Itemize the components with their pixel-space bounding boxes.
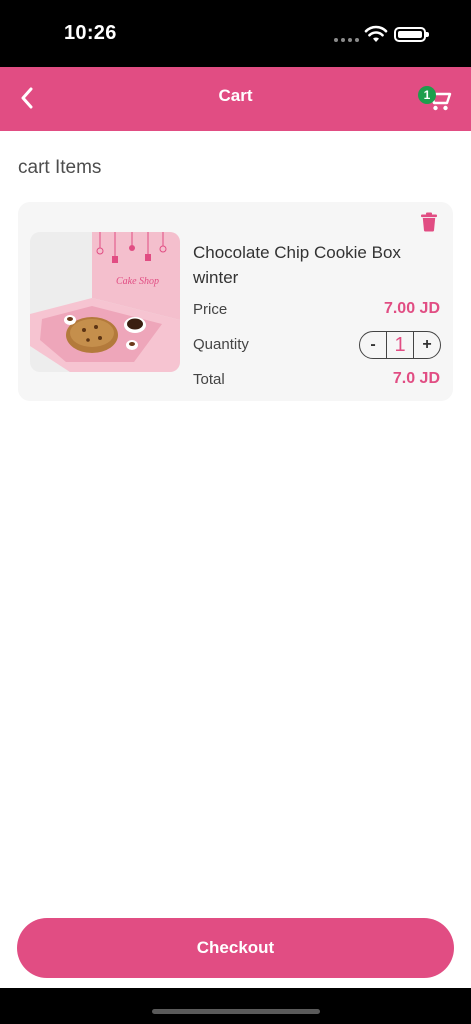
- bottom-bar: [0, 988, 471, 1024]
- decrease-quantity-button[interactable]: -: [360, 332, 386, 358]
- app-header: Cart 1: [0, 67, 471, 131]
- quantity-value: 1: [386, 332, 414, 358]
- section-title: cart Items: [18, 157, 102, 178]
- page-title: Cart: [218, 86, 253, 105]
- cart-screen: 10:26 Cart 1 cart Items Cake Shop Chocol…: [0, 0, 471, 1024]
- battery-icon: [394, 27, 429, 42]
- delete-item-button[interactable]: [420, 212, 438, 232]
- checkout-button[interactable]: Checkout: [17, 918, 454, 978]
- price-value: 7.00 JD: [383, 300, 440, 317]
- status-bar: 10:26: [0, 0, 471, 67]
- total-label: Total: [193, 371, 225, 388]
- trash-icon: [421, 212, 437, 232]
- total-value: 7.0 JD: [392, 370, 440, 387]
- home-indicator[interactable]: [152, 1009, 320, 1014]
- quantity-stepper: - 1 +: [359, 331, 441, 359]
- image-brand-text: Cake Shop: [116, 276, 159, 287]
- status-time: 10:26: [64, 22, 117, 44]
- product-name[interactable]: Chocolate Chip Cookie Box winter: [193, 240, 443, 290]
- cart-item-card: Cake Shop Chocolate Chip Cookie Box wint…: [18, 202, 453, 401]
- increase-quantity-button[interactable]: +: [414, 332, 440, 358]
- product-image[interactable]: Cake Shop: [30, 232, 180, 372]
- cart-button[interactable]: 1: [414, 83, 454, 115]
- wifi-icon: [364, 25, 388, 42]
- quantity-label: Quantity: [193, 336, 249, 353]
- price-label: Price: [193, 301, 228, 318]
- cellular-signal-icon: [334, 38, 359, 42]
- cart-count-badge: 1: [418, 86, 436, 104]
